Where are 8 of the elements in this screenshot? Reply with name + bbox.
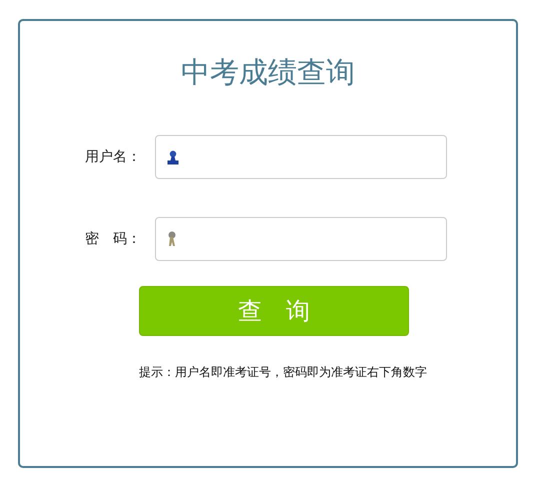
field-label: 密 码： xyxy=(84,230,142,248)
page-title: 中考成绩查询 xyxy=(180,54,356,91)
input-field[interactable] xyxy=(155,135,447,179)
field-label: 用户名： xyxy=(84,148,142,166)
query-button[interactable]: 查 询 xyxy=(139,286,409,336)
input-field[interactable] xyxy=(155,217,447,261)
hint-text: 提示：用户名即准考证号，密码即为准考证右下角数字 xyxy=(139,364,428,381)
user-icon xyxy=(167,150,179,164)
